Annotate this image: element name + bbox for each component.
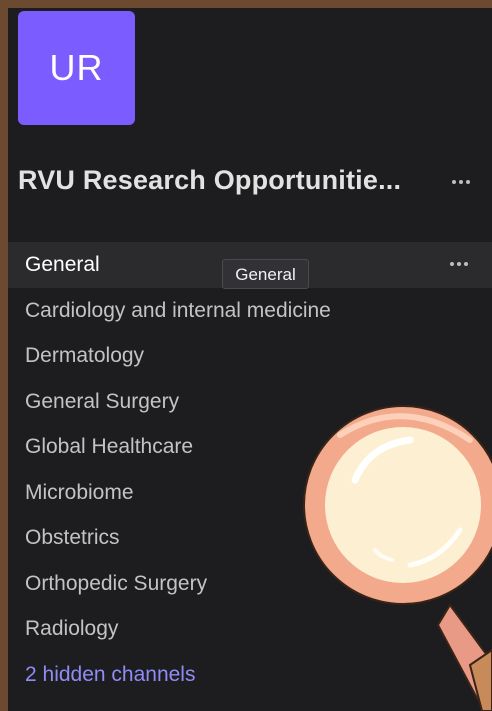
channel-label: Obstetrics (25, 526, 120, 549)
channel-label: Cardiology and internal medicine (25, 298, 331, 322)
team-more-options-button[interactable] (448, 172, 474, 192)
channel-tooltip: General (222, 259, 309, 289)
channel-label: Dermatology (25, 344, 145, 367)
channel-more-options-button[interactable] (446, 254, 472, 274)
more-horizontal-icon (446, 254, 472, 274)
team-avatar[interactable]: UR (18, 11, 135, 125)
channel-label: General (25, 253, 100, 276)
channel-item-cardiology[interactable]: Cardiology and internal medicine (8, 288, 492, 334)
more-horizontal-icon (448, 172, 474, 192)
team-name[interactable]: RVU Research Opportunitie... (18, 165, 401, 196)
channel-label: General Surgery (25, 389, 180, 413)
channel-label: Orthopedic Surgery (25, 571, 208, 595)
magnifying-glass-icon (303, 405, 492, 711)
channel-label: Global Healthcare (25, 435, 194, 458)
channel-label: Microbiome (25, 480, 134, 504)
channel-label: Radiology (25, 617, 119, 640)
channel-item-dermatology[interactable]: Dermatology (8, 333, 492, 379)
hidden-channels-label: 2 hidden channels (25, 662, 196, 686)
